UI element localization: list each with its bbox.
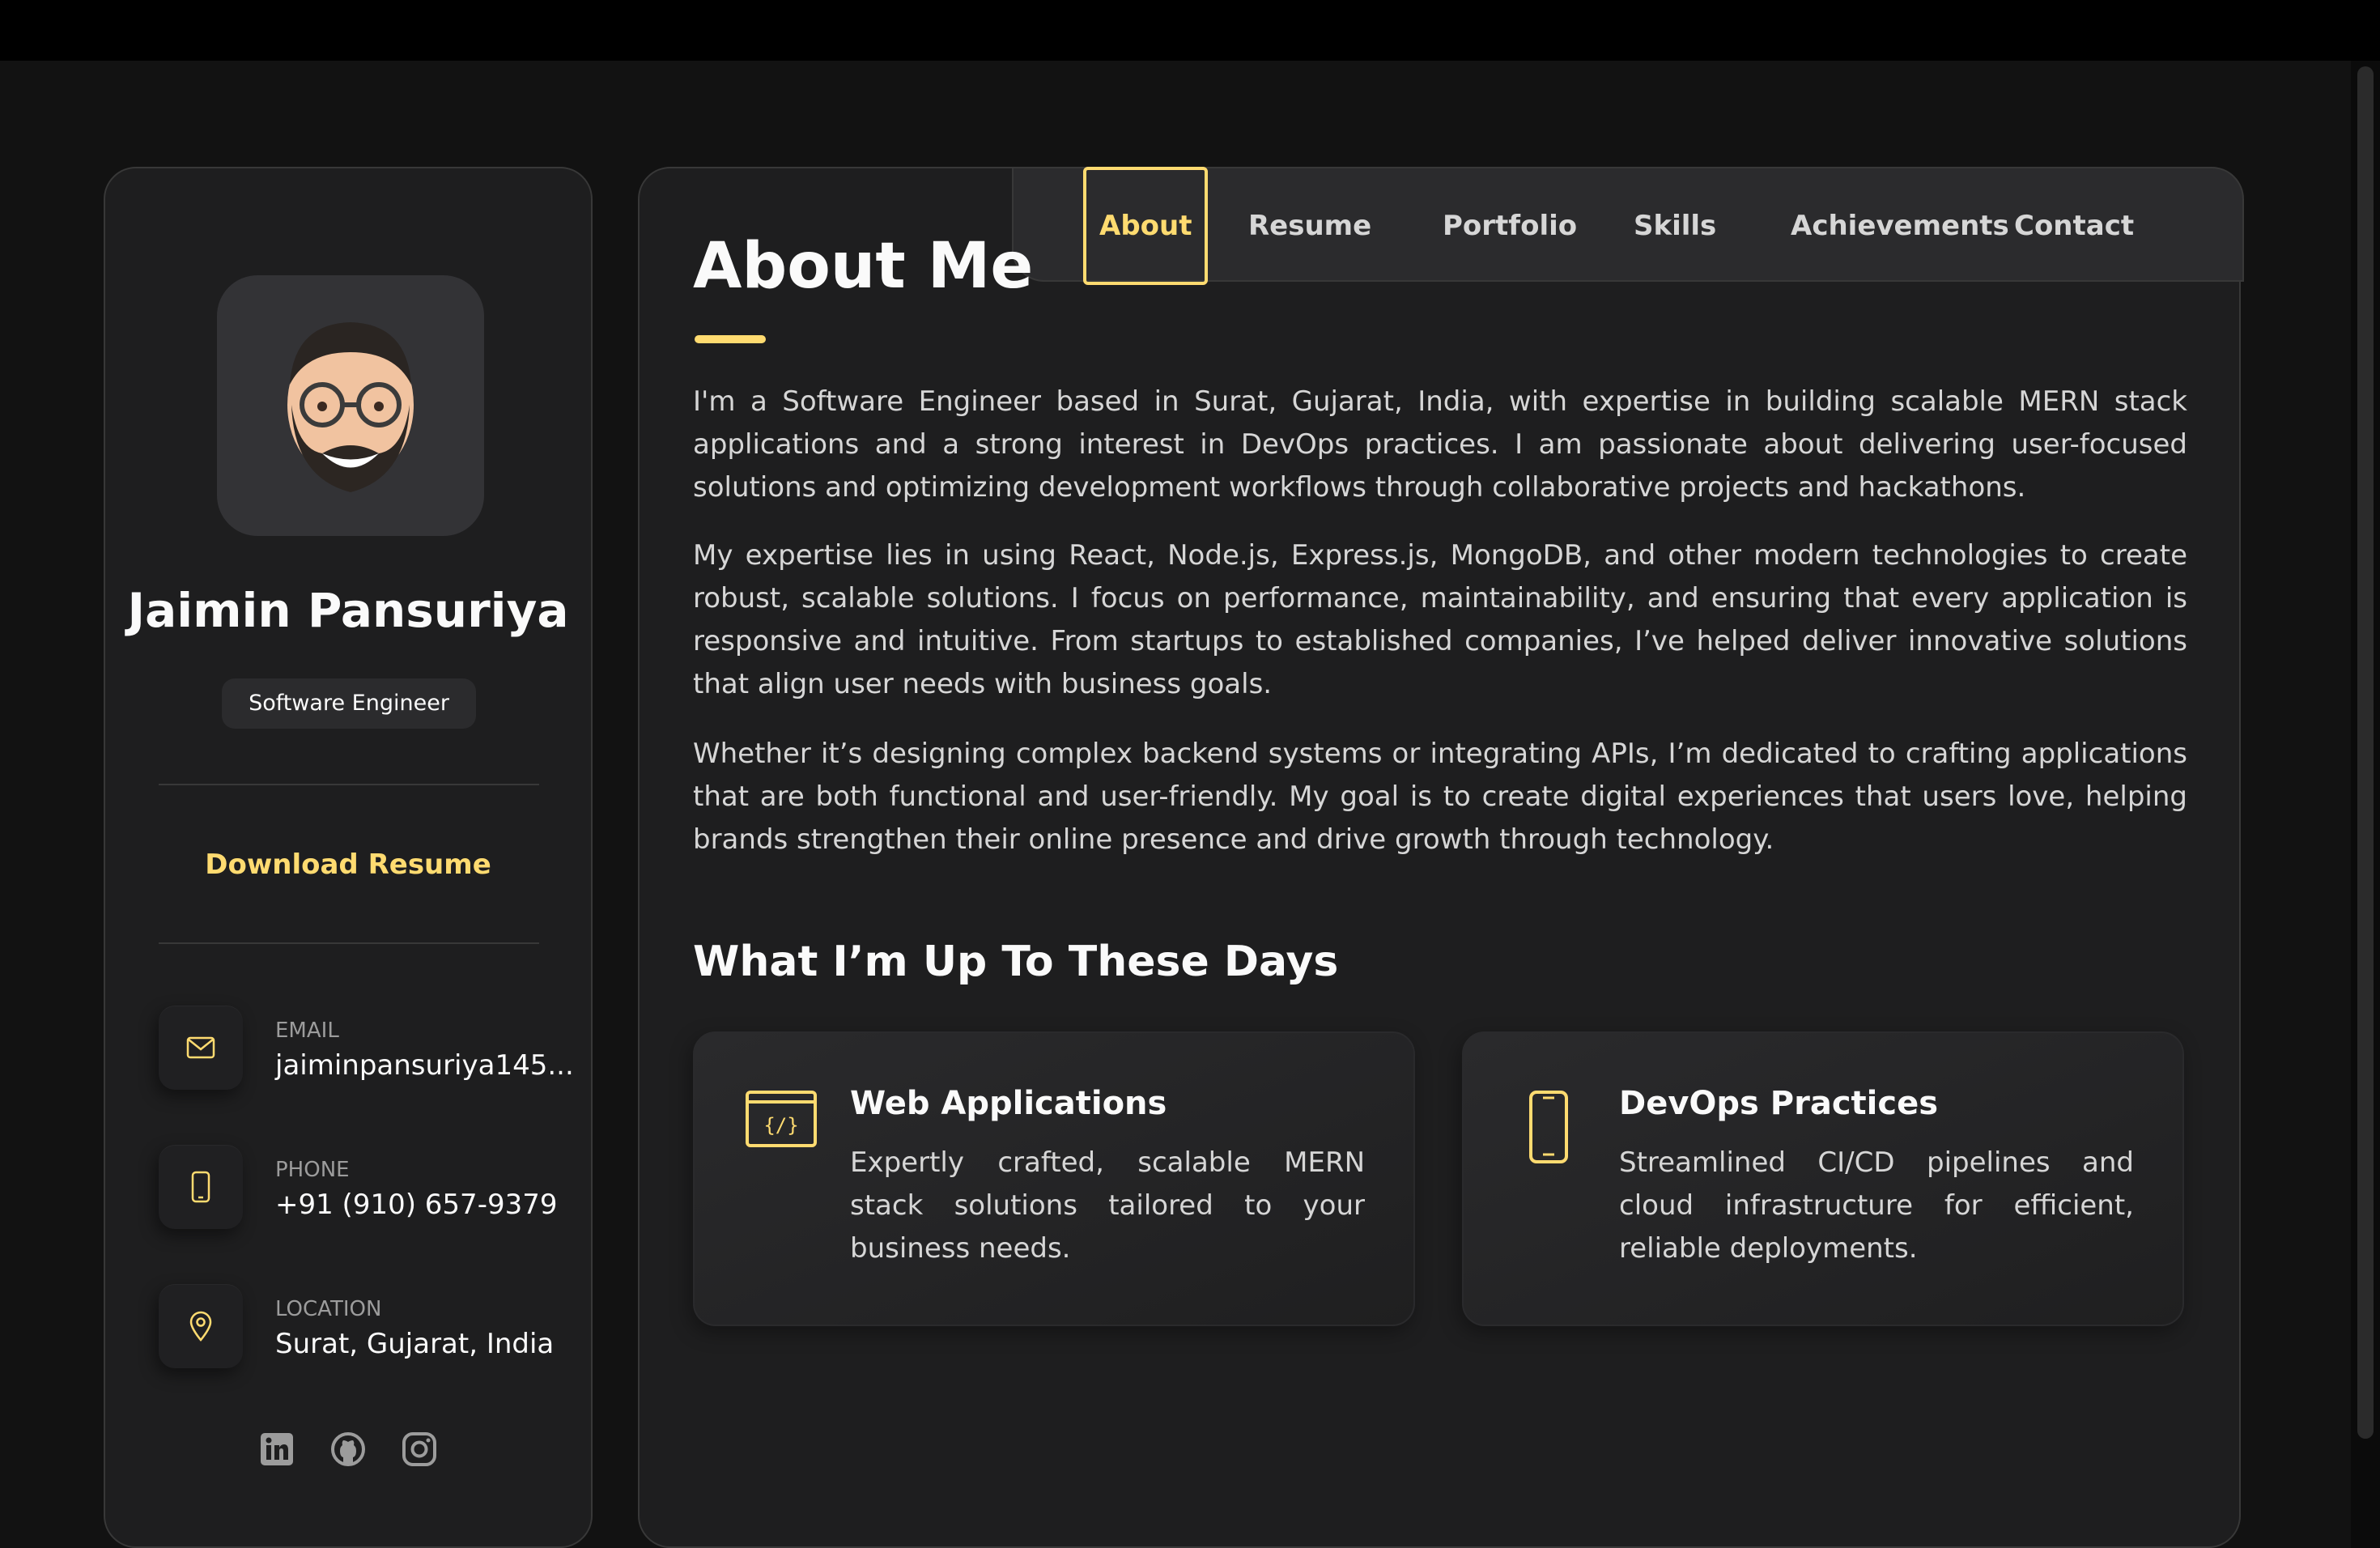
- role-badge: Software Engineer: [222, 678, 476, 729]
- phone-link[interactable]: +91 (910) 657-9379: [275, 1189, 557, 1221]
- nav-portfolio[interactable]: Portfolio: [1443, 168, 1577, 283]
- service-text: Expertly crafted, scalable MERN stack so…: [850, 1146, 1365, 1265]
- contact-email: EMAIL jaiminpansuriya145...: [159, 1006, 574, 1090]
- scrollbar-thumb[interactable]: [2357, 66, 2374, 1439]
- about-paragraph: My expertise lies in using React, Node.j…: [693, 539, 2187, 700]
- profile-sidebar: Jaimin Pansuriya Software Engineer Downl…: [104, 167, 593, 1548]
- nav-about[interactable]: About: [1083, 167, 1209, 285]
- top-navbar: About Resume Portfolio Skills Achievemen…: [1012, 167, 2244, 285]
- nav-achievements[interactable]: Achievements: [1791, 168, 2009, 283]
- mail-icon: [159, 1006, 243, 1090]
- profile-name: Jaimin Pansuriya: [127, 583, 569, 638]
- title-underline: [695, 335, 766, 343]
- about-paragraph: I'm a Software Engineer based in Surat, …: [693, 385, 2187, 504]
- phone-icon: [159, 1145, 243, 1229]
- browser-top-bar: [0, 0, 2380, 61]
- contact-location: LOCATION Surat, Gujarat, India: [159, 1284, 563, 1368]
- contact-label: EMAIL: [275, 1019, 339, 1043]
- github-icon[interactable]: [330, 1431, 366, 1467]
- location-text: Surat, Gujarat, India: [275, 1328, 555, 1360]
- divider: [159, 942, 539, 944]
- service-card-devops-practices: DevOps Practices Streamlined CI/CD pipel…: [1462, 1031, 2184, 1326]
- nav-skills[interactable]: Skills: [1634, 168, 1716, 283]
- svg-text:{/}: {/}: [763, 1114, 798, 1137]
- memoji-avatar-icon: [287, 322, 414, 492]
- contact-label: PHONE: [275, 1158, 350, 1182]
- smartphone-icon: [1528, 1090, 1569, 1167]
- instagram-icon[interactable]: [402, 1431, 437, 1467]
- about-paragraph: Whether it’s designing complex backend s…: [693, 738, 2187, 856]
- nav-contact[interactable]: Contact: [2014, 168, 2134, 283]
- page-title: About Me: [693, 230, 1034, 303]
- service-title: Web Applications: [850, 1085, 1167, 1122]
- download-resume-link[interactable]: Download Resume: [105, 848, 591, 881]
- service-card-web-applications: {/} Web Applications Expertly crafted, s…: [693, 1031, 1415, 1326]
- service-title: DevOps Practices: [1619, 1085, 1939, 1122]
- service-text: Streamlined CI/CD pipelines and cloud in…: [1619, 1146, 2134, 1265]
- nav-resume[interactable]: Resume: [1248, 168, 1371, 283]
- social-links: [105, 1431, 591, 1467]
- linkedin-icon[interactable]: [259, 1431, 295, 1467]
- main-content: About Resume Portfolio Skills Achievemen…: [638, 167, 2244, 1548]
- location-pin-icon: [159, 1284, 243, 1368]
- services-title: What I’m Up To These Days: [693, 938, 1339, 986]
- code-window-icon: {/}: [745, 1090, 818, 1151]
- contact-label: LOCATION: [275, 1297, 382, 1321]
- avatar: [217, 275, 484, 536]
- divider: [159, 784, 539, 785]
- email-link[interactable]: jaiminpansuriya145...: [275, 1049, 574, 1082]
- contact-phone: PHONE +91 (910) 657-9379: [159, 1145, 563, 1229]
